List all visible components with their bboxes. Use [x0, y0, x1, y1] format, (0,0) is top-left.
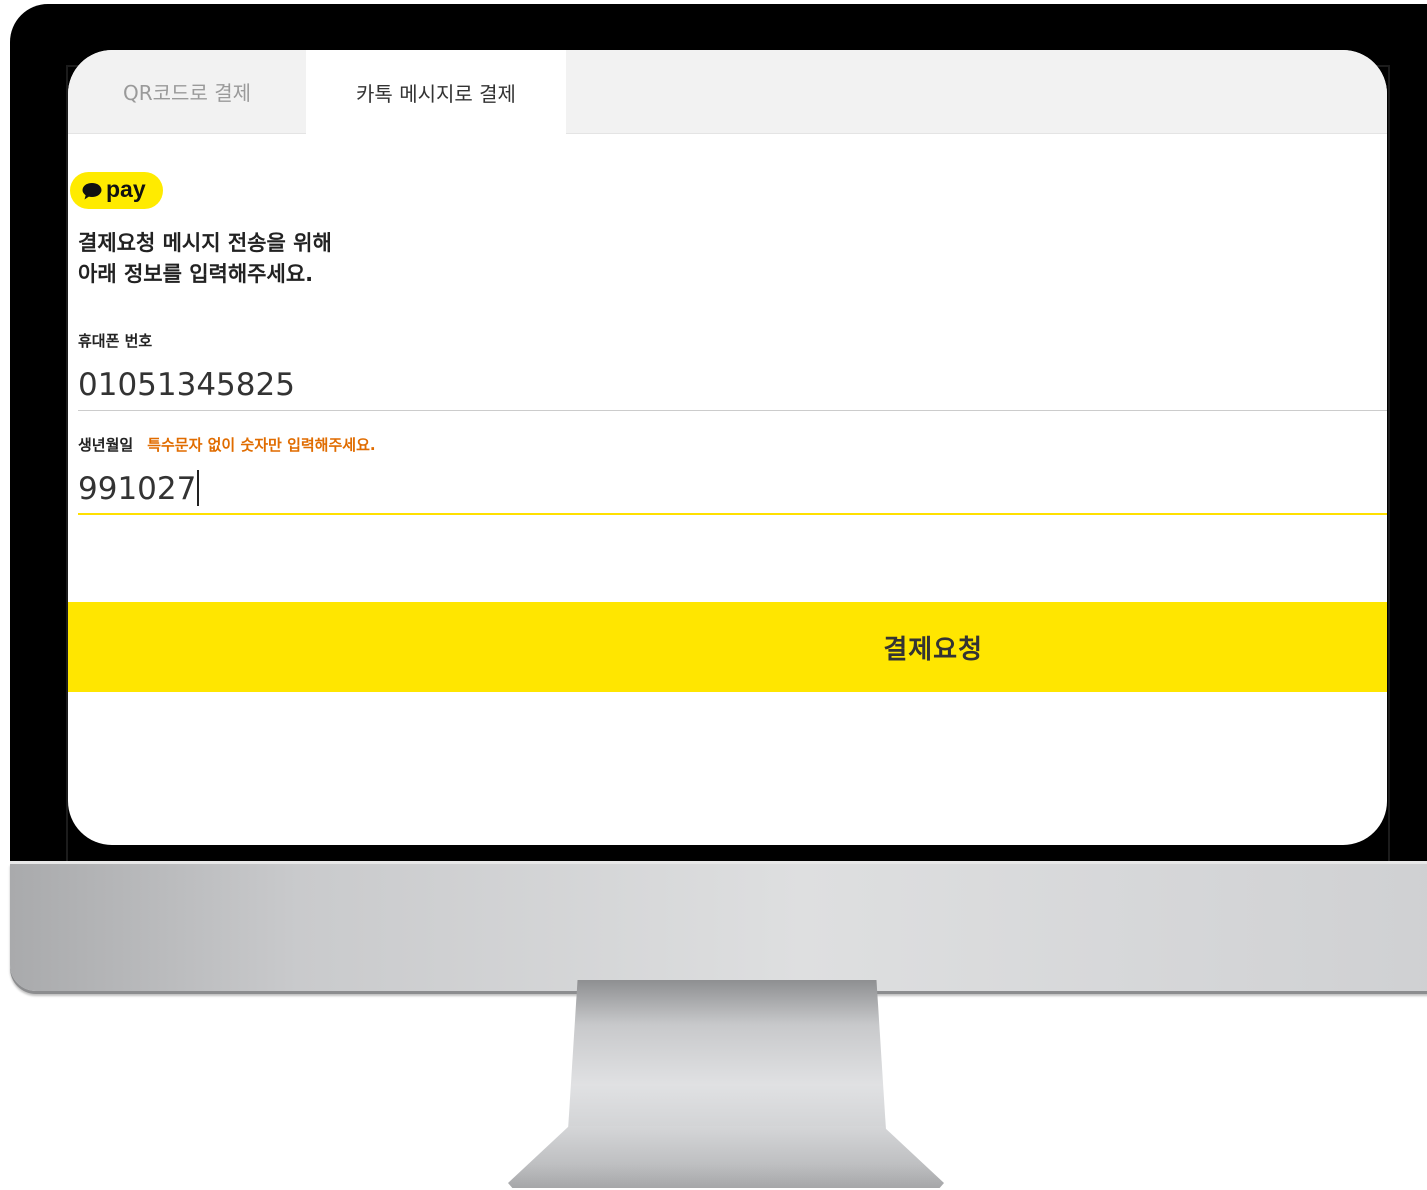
screen: QR코드로 결제 카톡 메시지로 결제 pay 결제요청 메시지 전송을 위해 … — [68, 50, 1387, 845]
birthdate-hint: 특수문자 없이 숫자만 입력해주세요. — [147, 436, 376, 454]
birthdate-label-row: 생년월일 특수문자 없이 숫자만 입력해주세요. — [78, 434, 376, 455]
monitor-mockup: QR코드로 결제 카톡 메시지로 결제 pay 결제요청 메시지 전송을 위해 … — [0, 0, 1427, 1190]
pay-badge-text: pay — [106, 175, 146, 202]
phone-label: 휴대폰 번호 — [78, 332, 153, 350]
payment-tabs: QR코드로 결제 카톡 메시지로 결제 — [68, 50, 1387, 134]
tab-kakao-message-payment[interactable]: 카톡 메시지로 결제 — [306, 50, 566, 134]
text-caret — [197, 469, 200, 506]
monitor-chin — [10, 861, 1427, 991]
monitor-stand-base — [508, 1126, 944, 1188]
birthdate-input[interactable]: 991027 — [78, 464, 1387, 515]
birthdate-value: 991027 — [78, 471, 197, 507]
payment-request-button[interactable]: 결제요청 — [68, 602, 1387, 692]
payment-request-label: 결제요청 — [883, 634, 983, 665]
phone-input[interactable]: 01051345825 — [78, 360, 1387, 411]
monitor-stand-neck — [568, 980, 886, 1130]
kakao-pay-badge: pay — [70, 172, 163, 209]
chin-divider — [10, 861, 1427, 864]
speech-bubble-icon — [82, 181, 102, 201]
instruction-line-1: 결제요청 메시지 전송을 위해 — [78, 231, 332, 255]
instruction-line-2: 아래 정보를 입력해주세요. — [78, 262, 314, 286]
tab-qr-payment[interactable]: QR코드로 결제 — [68, 50, 306, 133]
instruction-heading: 결제요청 메시지 전송을 위해 아래 정보를 입력해주세요. — [78, 228, 332, 290]
birthdate-label: 생년월일 — [78, 436, 134, 454]
